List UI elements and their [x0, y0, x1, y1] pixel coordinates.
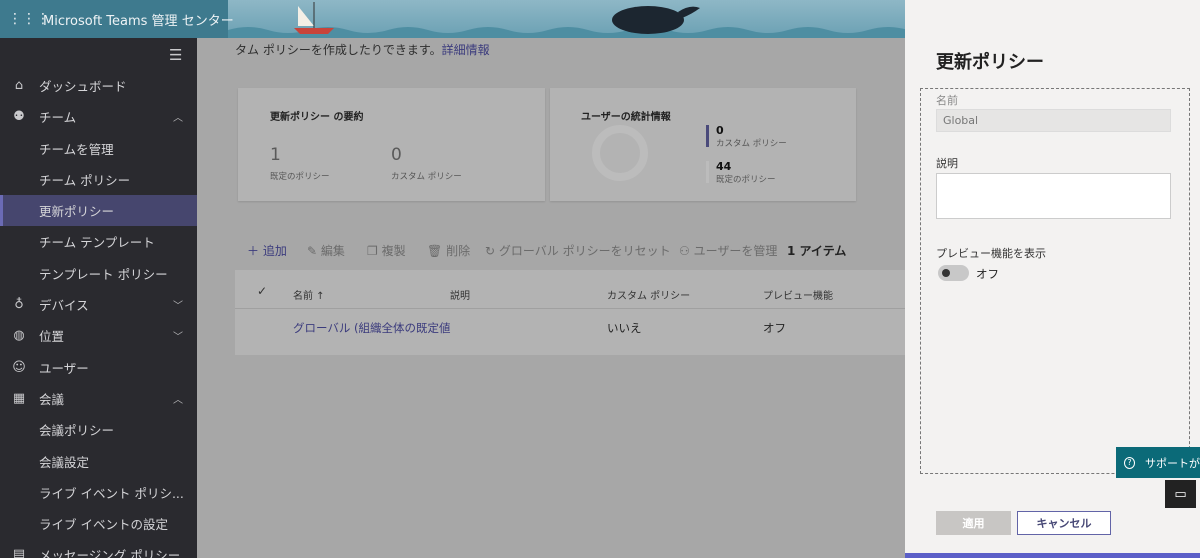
sidebar-item-teams[interactable]: ⚉ チーム ︿	[0, 101, 197, 132]
column-header-name[interactable]: 名前 ↑	[293, 287, 325, 302]
policy-preview: オフ	[763, 321, 786, 335]
select-all-checkbox[interactable]: ✓	[257, 284, 267, 298]
default-user-label: 既定のポリシー	[716, 175, 776, 185]
panel-title: 更新ポリシー	[936, 52, 1044, 73]
reset-icon: ↻	[485, 244, 499, 258]
row-divider	[235, 308, 905, 309]
apply-button[interactable]: 適用	[936, 511, 1011, 535]
sidebar-item-dashboard[interactable]: ⌂ ダッシュボード	[0, 70, 197, 101]
name-field[interactable]: Global	[936, 109, 1171, 132]
sidebar-item-devices[interactable]: ♁ デバイス ﹀	[0, 289, 197, 320]
column-header-description[interactable]: 説明	[450, 287, 470, 302]
trash-icon: 🗑	[427, 244, 447, 258]
sidebar-item-manage-teams[interactable]: チームを管理	[0, 133, 197, 164]
default-policy-label: 既定のポリシー	[270, 172, 330, 182]
globe-icon: ◍	[13, 328, 25, 343]
add-button[interactable]: ＋ 追加	[247, 242, 287, 259]
policy-name-link[interactable]: グローバル (組織全体の既定値	[293, 320, 451, 336]
edit-button[interactable]: ✎ 編集	[307, 242, 345, 259]
name-label: 名前	[936, 94, 958, 107]
sidebar-item-users[interactable]: ☺ ユーザー	[0, 352, 197, 383]
column-header-preview[interactable]: プレビュー機能	[763, 287, 833, 302]
sidebar-item-team-templates[interactable]: チーム テンプレート	[0, 226, 197, 257]
users-icon: ☺	[12, 360, 26, 375]
sidebar-item-template-policies[interactable]: テンプレート ポリシー	[0, 258, 197, 289]
pencil-icon: ✎	[307, 244, 321, 258]
form-focus-box	[920, 88, 1190, 474]
command-toolbar: ＋ 追加 ✎ 編集 ❐ 複製 🗑 削除 ↻ グローバル ポリシーをリセット ⚇ …	[235, 234, 905, 264]
summary-card: 更新ポリシー の要約 1 既定のポリシー 0 カスタム ポリシー	[238, 88, 545, 201]
sidebar-item-meeting-policies[interactable]: 会議ポリシー	[0, 414, 197, 445]
custom-user-count: 0	[716, 124, 724, 137]
app-launcher-icon[interactable]: ⋮⋮⋮	[8, 8, 50, 30]
toggle-state-label: オフ	[976, 267, 999, 281]
reset-global-policy-button[interactable]: ↻ グローバル ポリシーをリセット	[485, 242, 671, 259]
column-header-custom-policy[interactable]: カスタム ポリシー	[607, 287, 690, 302]
teams-icon: ⚉	[13, 109, 25, 124]
sidebar-item-live-event-policies[interactable]: ライブ イベント ポリシ...	[0, 477, 197, 508]
sidebar-item-team-policies[interactable]: チーム ポリシー	[0, 164, 197, 195]
copy-icon: ❐	[367, 244, 382, 258]
chevron-up-icon: ︿	[173, 395, 183, 406]
message-icon: ▤	[12, 547, 26, 558]
legend-custom-swatch	[706, 125, 709, 147]
plus-icon: ＋	[247, 244, 263, 258]
learn-more-link[interactable]: 詳細情報	[442, 43, 490, 57]
sidebar: ☰ ⌂ ダッシュボード ⚉ チーム ︿ チームを管理 チーム ポリシー 更新ポリ…	[0, 38, 197, 558]
chevron-down-icon: ﹀	[173, 332, 183, 343]
intro-text: タム ポリシーを作成したりできます。詳細情報	[235, 43, 490, 57]
item-count: 1 アイテム	[787, 244, 847, 258]
legend-default-swatch	[706, 161, 709, 183]
manage-users-button[interactable]: ⚇ ユーザーを管理	[679, 242, 777, 259]
sidebar-item-meeting-settings[interactable]: 会議設定	[0, 446, 197, 477]
custom-policy-count: 0	[391, 145, 402, 165]
sidebar-item-meetings[interactable]: ▦ 会議 ︿	[0, 383, 197, 414]
home-icon: ⌂	[14, 78, 24, 93]
user-stats-card: ユーザーの統計情報 0 カスタム ポリシー 44 既定のポリシー	[550, 88, 856, 201]
menu-collapse-icon[interactable]: ☰	[169, 46, 182, 64]
default-user-count: 44	[716, 160, 732, 173]
policy-table: ✓ 名前 ↑ 説明 カスタム ポリシー プレビュー機能 グローバル (組織全体の…	[235, 270, 905, 355]
help-icon: ?	[1124, 456, 1135, 469]
manage-users-icon: ⚇	[679, 244, 694, 258]
app-window: ⋮⋮⋮ Microsoft Teams 管理 センター ☰ ⌂ ダッシュボード …	[0, 0, 1200, 558]
default-policy-count: 1	[270, 145, 281, 165]
support-button[interactable]: ? サポートが	[1116, 447, 1200, 478]
custom-policy-label: カスタム ポリシー	[391, 172, 462, 182]
copy-button[interactable]: ❐ 複製	[367, 242, 406, 259]
header-banner-image	[228, 0, 908, 38]
chevron-down-icon: ﹀	[173, 301, 183, 312]
policy-custom: いいえ	[607, 321, 642, 335]
preview-toggle[interactable]	[938, 265, 969, 281]
calendar-icon: ▦	[12, 391, 26, 406]
sidebar-item-live-event-settings[interactable]: ライブ イベントの設定	[0, 508, 197, 539]
delete-button[interactable]: 🗑 削除	[427, 242, 470, 259]
user-stats-title: ユーザーの統計情報	[581, 112, 671, 123]
sidebar-item-update-policies[interactable]: 更新ポリシー	[0, 195, 197, 226]
toggle-knob	[942, 269, 950, 277]
description-field[interactable]	[936, 173, 1171, 219]
preview-label: プレビュー機能を表示	[936, 247, 1046, 260]
app-title: Microsoft Teams 管理 センター	[43, 14, 234, 29]
cancel-button[interactable]: キャンセル	[1017, 511, 1111, 535]
chevron-up-icon: ︿	[173, 113, 183, 124]
description-label: 説明	[936, 157, 958, 170]
panel-bottom-accent	[905, 553, 1200, 558]
bell-icon: ♁	[14, 297, 24, 312]
donut-chart	[592, 125, 648, 181]
sidebar-item-messaging-policies[interactable]: ▤ メッセージング ポリシー	[0, 539, 197, 558]
main-content: タム ポリシーを作成したりできます。詳細情報 更新ポリシー の要約 1 既定のポ…	[197, 38, 905, 558]
custom-user-label: カスタム ポリシー	[716, 139, 787, 149]
sidebar-item-locations[interactable]: ◍ 位置 ﹀	[0, 320, 197, 351]
feedback-icon[interactable]: ▭	[1165, 480, 1196, 508]
summary-card-title: 更新ポリシー の要約	[270, 112, 364, 123]
